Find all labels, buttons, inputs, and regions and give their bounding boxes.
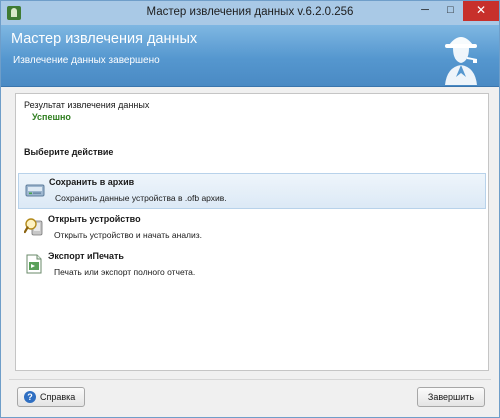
content-panel: Результат извлечения данных Успешно Выбе… — [15, 93, 489, 371]
header-title: Мастер извлечения данных — [11, 31, 198, 47]
action-description: Печать или экспорт полного отчета. — [54, 267, 196, 277]
maximize-button[interactable]: □ — [438, 1, 463, 21]
action-open-device[interactable]: Открыть устройство Открыть устройство и … — [18, 211, 486, 247]
choose-action-label: Выберите действие — [24, 147, 114, 157]
export-document-icon — [26, 254, 42, 274]
header-subtitle: Извлечение данных завершено — [13, 55, 160, 66]
action-title: Открыть устройство — [48, 214, 141, 224]
footer-divider — [9, 379, 491, 380]
magnifier-device-icon — [24, 218, 43, 236]
archive-drive-icon — [25, 184, 45, 197]
title-bar[interactable]: Мастер извлечения данных v.6.2.0.256 ─ □… — [1, 1, 499, 25]
help-button[interactable]: ? Справка — [17, 387, 85, 407]
action-title: Экспорт иПечать — [48, 251, 124, 261]
help-button-label: Справка — [40, 392, 76, 402]
action-description: Открыть устройство и начать анализ. — [54, 230, 203, 240]
minimize-button[interactable]: ─ — [412, 1, 438, 21]
detective-icon — [445, 37, 477, 85]
action-export-print[interactable]: Экспорт иПечать Печать или экспорт полно… — [18, 248, 486, 284]
action-title: Сохранить в архив — [49, 177, 135, 187]
help-icon: ? — [24, 391, 36, 403]
finish-button[interactable]: Завершить — [417, 387, 485, 407]
close-button[interactable]: ✕ — [463, 1, 499, 21]
wizard-header: Мастер извлечения данных Извлечение данн… — [1, 25, 499, 87]
wizard-window: Мастер извлечения данных v.6.2.0.256 ─ □… — [0, 0, 500, 418]
action-description: Сохранить данные устройства в .ofb архив… — [55, 193, 227, 203]
result-label: Результат извлечения данных — [24, 100, 150, 110]
action-save-archive[interactable]: Сохранить в архив Сохранить данные устро… — [18, 173, 486, 209]
result-status: Успешно — [32, 112, 71, 122]
